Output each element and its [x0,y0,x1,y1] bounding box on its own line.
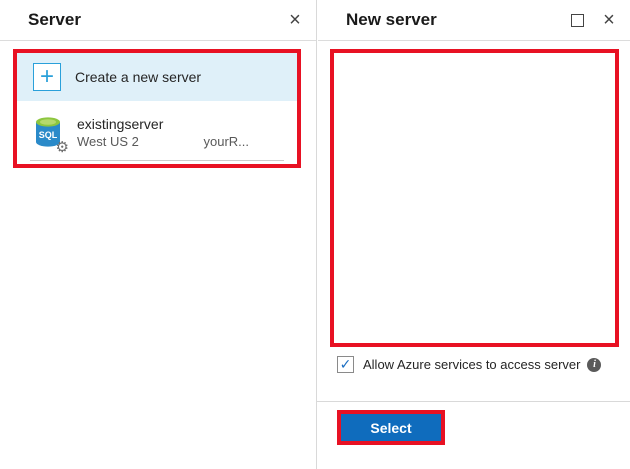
annotation-box-select: Select [337,410,445,445]
list-separator [30,160,284,161]
gear-icon: ⚙ [55,137,69,156]
allow-azure-services-label: Allow Azure services to access server [363,357,581,372]
close-icon[interactable]: × [284,9,306,31]
allow-azure-services-row: ✓ Allow Azure services to access server … [337,356,602,373]
existing-server-resource-group: yourR... [203,134,249,149]
server-panel-title: Server [28,10,81,29]
new-server-panel-header: New server × [318,0,630,41]
server-picker-panel: Server × + Create a new server SQL ⚙ exi [0,0,317,469]
annotation-box-form [330,49,619,347]
close-icon[interactable]: × [598,9,620,31]
create-new-server-item[interactable]: + Create a new server [17,53,297,101]
allow-azure-services-checkbox[interactable]: ✓ [337,356,354,373]
sql-database-icon: SQL ⚙ [31,114,69,154]
info-icon[interactable]: i [587,357,602,372]
server-panel-header: Server × [0,0,316,41]
sql-icon-label: SQL [39,130,58,140]
annotation-box-server-list: + Create a new server SQL ⚙ existingserv… [13,49,301,168]
new-server-panel-title: New server [346,10,437,29]
existing-server-location: West US 2 [77,134,139,149]
create-new-server-label: Create a new server [75,69,202,85]
existing-server-item[interactable]: SQL ⚙ existingserver West US 2 yourR... [17,101,297,164]
select-button[interactable]: Select [341,414,441,441]
plus-icon: + [33,63,61,91]
maximize-icon[interactable] [566,9,588,31]
footer-divider [317,401,630,402]
new-server-panel: New server × * Server name ✓ .database.w… [317,0,630,469]
existing-server-name: existingserver [77,116,164,132]
